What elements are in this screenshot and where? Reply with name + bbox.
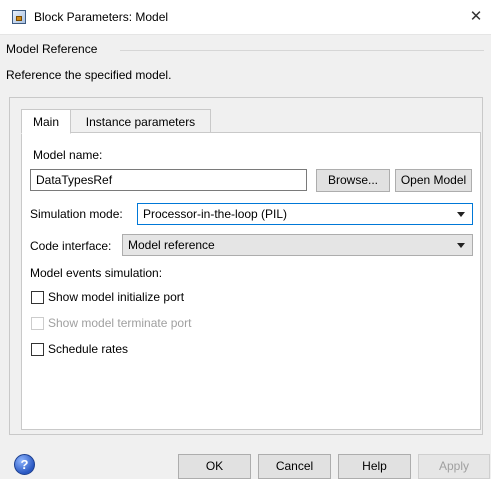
- title-bar: Block Parameters: Model ✕: [0, 0, 491, 35]
- tab-main[interactable]: Main: [21, 109, 71, 134]
- show-terminate-port-checkbox: [31, 317, 44, 330]
- help-button[interactable]: Help: [338, 454, 411, 479]
- window-title: Block Parameters: Model: [34, 10, 169, 24]
- dropdown-arrow-icon: [457, 212, 465, 217]
- tab-instance-parameters[interactable]: Instance parameters: [70, 109, 211, 133]
- dropdown-arrow-icon: [457, 243, 465, 248]
- close-icon[interactable]: ✕: [461, 0, 491, 34]
- model-name-input[interactable]: DataTypesRef: [30, 169, 307, 191]
- section-title: Model Reference: [6, 42, 98, 56]
- code-interface-dropdown[interactable]: Model reference: [122, 234, 473, 256]
- ok-button[interactable]: OK: [178, 454, 251, 479]
- show-initialize-port-label: Show model initialize port: [48, 290, 185, 304]
- simulation-mode-value: Processor-in-the-loop (PIL): [143, 207, 288, 221]
- simulation-mode-dropdown[interactable]: Processor-in-the-loop (PIL): [137, 203, 473, 225]
- block-parameters-dialog: Block Parameters: Model ✕ Model Referenc…: [0, 0, 491, 479]
- cancel-button[interactable]: Cancel: [258, 454, 331, 479]
- model-events-label: Model events simulation:: [30, 266, 163, 280]
- help-question-icon[interactable]: ?: [14, 454, 35, 475]
- block-description: Reference the specified model.: [6, 68, 172, 82]
- schedule-rates-label: Schedule rates: [48, 342, 129, 356]
- schedule-rates-checkbox[interactable]: [31, 343, 44, 356]
- simulation-mode-label: Simulation mode:: [30, 207, 123, 221]
- open-model-button[interactable]: Open Model: [395, 169, 472, 192]
- section-divider: [120, 50, 484, 51]
- model-name-label: Model name:: [33, 148, 103, 162]
- code-interface-label: Code interface:: [30, 239, 112, 253]
- code-interface-value: Model reference: [128, 238, 215, 252]
- show-initialize-port-checkbox[interactable]: [31, 291, 44, 304]
- browse-button[interactable]: Browse...: [316, 169, 390, 192]
- show-terminate-port-label: Show model terminate port: [48, 316, 192, 330]
- apply-button: Apply: [418, 454, 490, 479]
- simulink-block-icon: [12, 10, 26, 24]
